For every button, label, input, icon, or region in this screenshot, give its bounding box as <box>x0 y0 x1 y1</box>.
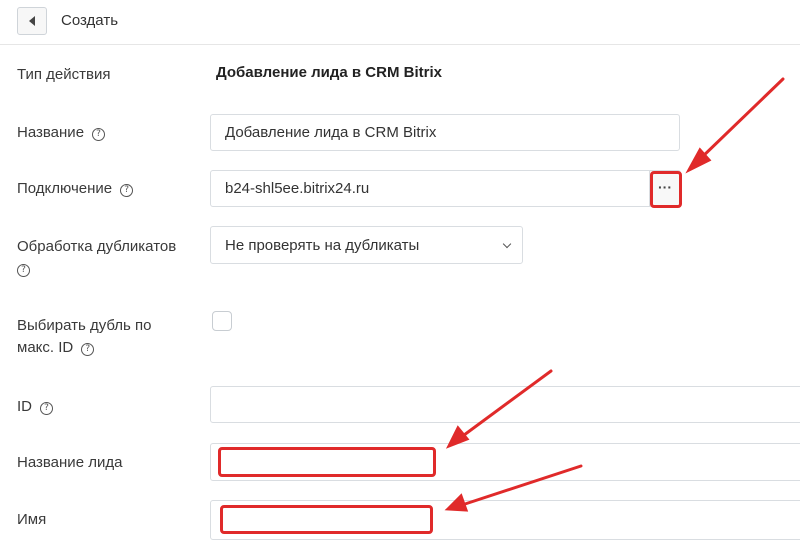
id-input[interactable] <box>210 386 800 423</box>
help-icon[interactable]: ? <box>120 184 134 197</box>
back-button[interactable] <box>17 7 47 35</box>
chevron-down-icon <box>502 239 512 249</box>
duplicates-label: Обработка дубликатов ? <box>17 236 176 280</box>
connection-label: Подключение? <box>17 178 134 200</box>
help-icon[interactable]: ? <box>17 264 30 277</box>
duplicates-select-value: Не проверять на дубликаты <box>225 236 420 254</box>
id-label-text: ID <box>17 398 32 415</box>
lead-name-label-text: Название лида <box>17 454 123 471</box>
annotation-highlight-first-name <box>220 505 433 534</box>
max-id-checkbox[interactable] <box>212 311 232 331</box>
name-label-text: Название <box>17 124 85 141</box>
connection-input[interactable]: b24-shl5ee.bitrix24.ru <box>210 170 650 207</box>
annotation-arrow <box>697 77 785 162</box>
name-input-value: Добавление лида в CRM Bitrix <box>225 124 437 141</box>
first-name-label-text: Имя <box>17 511 47 528</box>
top-bar: Создать <box>0 0 800 45</box>
action-type-label: Тип действия <box>17 64 111 86</box>
chevron-left-icon <box>29 16 35 26</box>
max-id-label-line2: макс. ID <box>17 339 74 356</box>
connection-label-text: Подключение <box>17 180 113 197</box>
name-label: Название? <box>17 122 106 144</box>
first-name-label: Имя <box>17 509 46 531</box>
page-title: Создать <box>61 12 119 29</box>
id-label: ID? <box>17 396 53 418</box>
annotation-highlight-more-button <box>650 171 682 208</box>
name-input[interactable]: Добавление лида в CRM Bitrix <box>210 114 680 151</box>
help-icon[interactable]: ? <box>81 343 95 356</box>
help-icon[interactable]: ? <box>92 128 106 141</box>
annotation-highlight-lead-name <box>218 447 436 477</box>
action-type-label-text: Тип действия <box>17 66 111 83</box>
annotation-arrow-head <box>685 147 712 174</box>
max-id-label-line1: Выбирать дубль по <box>17 317 152 334</box>
help-icon[interactable]: ? <box>40 402 53 415</box>
duplicates-label-text: Обработка дубликатов <box>17 238 177 255</box>
action-type-value: Добавление лида в CRM Bitrix <box>216 64 442 81</box>
lead-name-label: Название лида <box>17 452 122 474</box>
connection-input-value: b24-shl5ee.bitrix24.ru <box>225 180 370 197</box>
duplicates-select[interactable]: Не проверять на дубликаты <box>210 226 523 264</box>
max-id-label: Выбирать дубль по макс. ID? <box>17 315 152 359</box>
